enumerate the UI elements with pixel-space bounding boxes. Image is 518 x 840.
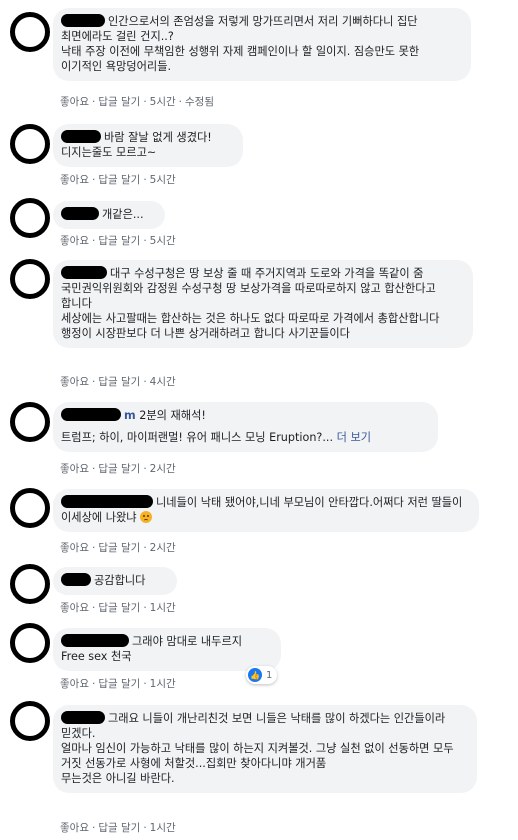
separator: · xyxy=(91,822,96,834)
comment-actions: 좋아요 · 답글 달기 · 5시간 xyxy=(60,233,176,248)
commenter-name-suffix[interactable]: m xyxy=(124,409,136,422)
comment-actions: 좋아요 · 답글 달기 · 5시간 xyxy=(60,172,176,187)
avatar[interactable] xyxy=(10,259,50,299)
comment-text: 그래요 니들이 개난리친것 보면 니들은 낙태를 많이 하겠다는 인간들이라 믿… xyxy=(61,711,454,785)
avatar[interactable] xyxy=(10,488,50,528)
comment-text: 대구 수성구청은 땅 보상 줄 때 주거지역과 도로와 가격을 똑같이 줌 국민… xyxy=(61,266,440,340)
like-button[interactable]: 좋아요 xyxy=(60,602,89,614)
avatar[interactable] xyxy=(10,564,50,604)
comment-bubble: 공감합니다 xyxy=(53,567,177,595)
comment-text: 바람 잘날 없게 생겼다! 디지는줄도 모르고~ xyxy=(61,130,212,159)
redacted-name[interactable] xyxy=(61,14,105,27)
reply-button[interactable]: 답글 달기 xyxy=(98,822,140,834)
timestamp[interactable]: 4시간 xyxy=(150,376,176,388)
avatar[interactable] xyxy=(10,12,50,52)
reply-button[interactable]: 답글 달기 xyxy=(98,376,140,388)
comment-actions: 좋아요 · 답글 달기 · 4시간 xyxy=(60,374,176,389)
reply-button[interactable]: 답글 달기 xyxy=(98,678,140,690)
separator: · xyxy=(91,542,96,554)
comment-actions: 좋아요 · 답글 달기 · 1시간 xyxy=(60,820,176,835)
like-button[interactable]: 좋아요 xyxy=(60,542,89,554)
comment-actions: 좋아요 · 답글 달기 · 2시간 xyxy=(60,540,176,555)
separator: · xyxy=(91,678,96,690)
comment-text: m 2분의 재해석! xyxy=(61,408,426,423)
reply-button[interactable]: 답글 달기 xyxy=(98,602,140,614)
edited-label[interactable]: 수정됨 xyxy=(185,96,214,108)
comment-text-line2: 트럼프; 하이, 마이퍼랜멀! 유어 패니스 모닝 Eruption?... 더… xyxy=(61,431,372,444)
avatar[interactable] xyxy=(10,701,50,741)
comment-actions: 좋아요 · 답글 달기 · 1시간 xyxy=(60,600,176,615)
separator: · xyxy=(91,463,96,475)
separator: · xyxy=(91,174,96,186)
reply-button[interactable]: 답글 달기 xyxy=(98,542,140,554)
comment-actions: 좋아요 · 답글 달기 · 2시간 xyxy=(60,461,176,476)
comment-bubble: 인간으로서의 존엄성을 저렇게 망가뜨리면서 저리 기뻐하다니 집단 최면에라도… xyxy=(53,8,471,81)
redacted-name[interactable] xyxy=(61,711,105,724)
avatar[interactable] xyxy=(10,124,50,164)
like-button[interactable]: 좋아요 xyxy=(60,376,89,388)
comment-actions: 좋아요 · 답글 달기 · 1시간 xyxy=(60,676,176,691)
reaction-badge[interactable]: 👍 1 xyxy=(246,666,278,684)
comment-bubble: m 2분의 재해석! 트럼프; 하이, 마이퍼랜멀! 유어 패니스 모닝 Eru… xyxy=(53,402,438,452)
timestamp[interactable]: 5시간 xyxy=(150,174,176,186)
sad-emoji-icon xyxy=(140,511,153,523)
avatar[interactable] xyxy=(10,198,50,238)
timestamp[interactable]: 1시간 xyxy=(150,602,176,614)
comment-text: 공감합니다 xyxy=(61,573,165,588)
separator: · xyxy=(91,96,96,108)
separator: · xyxy=(143,376,147,388)
separator: · xyxy=(91,235,96,247)
reply-button[interactable]: 답글 달기 xyxy=(98,463,140,475)
timestamp[interactable]: 2시간 xyxy=(150,463,176,475)
comment-bubble: 니네들이 낙태 됐어야,니네 부모님이 안타깝다.어쩌다 저런 딸들이 이세상에… xyxy=(53,489,479,532)
redacted-name[interactable] xyxy=(61,207,99,220)
timestamp[interactable]: 1시간 xyxy=(150,678,176,690)
separator: · xyxy=(143,602,147,614)
thumbs-up-icon: 👍 xyxy=(248,668,262,682)
like-button[interactable]: 좋아요 xyxy=(60,822,89,834)
comment-text: 그래야 맘대로 내두르지 Free sex 천국 xyxy=(61,634,243,663)
timestamp[interactable]: 2시간 xyxy=(150,542,176,554)
timestamp[interactable]: 5시간 xyxy=(150,96,176,108)
like-button[interactable]: 좋아요 xyxy=(60,96,89,108)
comment-actions: 좋아요 · 답글 달기 · 5시간 · 수정됨 xyxy=(60,94,214,109)
comment-text: 개같은... xyxy=(61,207,153,222)
separator: · xyxy=(143,96,147,108)
like-button[interactable]: 좋아요 xyxy=(60,678,89,690)
separator: · xyxy=(143,174,147,186)
comment-bubble: 바람 잘날 없게 생겼다! 디지는줄도 모르고~ xyxy=(53,124,243,167)
separator: · xyxy=(143,235,147,247)
redacted-name[interactable] xyxy=(61,573,91,586)
separator: · xyxy=(91,602,96,614)
separator: · xyxy=(91,376,96,388)
redacted-name[interactable] xyxy=(61,130,101,143)
like-button[interactable]: 좋아요 xyxy=(60,174,89,186)
reply-button[interactable]: 답글 달기 xyxy=(98,96,140,108)
separator: · xyxy=(143,542,147,554)
redacted-name[interactable] xyxy=(61,266,107,279)
reply-button[interactable]: 답글 달기 xyxy=(98,235,140,247)
avatar[interactable] xyxy=(10,402,50,442)
separator: · xyxy=(143,463,147,475)
separator: · xyxy=(143,822,147,834)
redacted-name[interactable] xyxy=(61,634,129,647)
comment-bubble: 그래요 니들이 개난리친것 보면 니들은 낙태를 많이 하겠다는 인간들이라 믿… xyxy=(53,705,477,793)
timestamp[interactable]: 5시간 xyxy=(150,235,176,247)
like-button[interactable]: 좋아요 xyxy=(60,463,89,475)
reaction-count: 1 xyxy=(266,669,273,681)
see-more-link[interactable]: 더 보기 xyxy=(337,431,371,444)
separator: · xyxy=(143,678,147,690)
comment-bubble: 개같은... xyxy=(53,201,165,229)
avatar[interactable] xyxy=(10,623,50,663)
timestamp[interactable]: 1시간 xyxy=(150,822,176,834)
reply-button[interactable]: 답글 달기 xyxy=(98,174,140,186)
like-button[interactable]: 좋아요 xyxy=(60,235,89,247)
comment-bubble: 대구 수성구청은 땅 보상 줄 때 주거지역과 도로와 가격을 똑같이 줌 국민… xyxy=(53,260,473,348)
comment-text: 니네들이 낙태 됐어야,니네 부모님이 안타깝다.어쩌다 저런 딸들이 이세상에… xyxy=(61,495,466,524)
comment-text: 인간으로서의 존엄성을 저렇게 망가뜨리면서 저리 기뻐하다니 집단 최면에라도… xyxy=(61,14,420,73)
separator: · xyxy=(178,96,183,108)
redacted-name[interactable] xyxy=(61,408,121,421)
redacted-name[interactable] xyxy=(61,495,153,508)
comment-bubble: 그래야 맘대로 내두르지 Free sex 천국 xyxy=(53,628,281,671)
